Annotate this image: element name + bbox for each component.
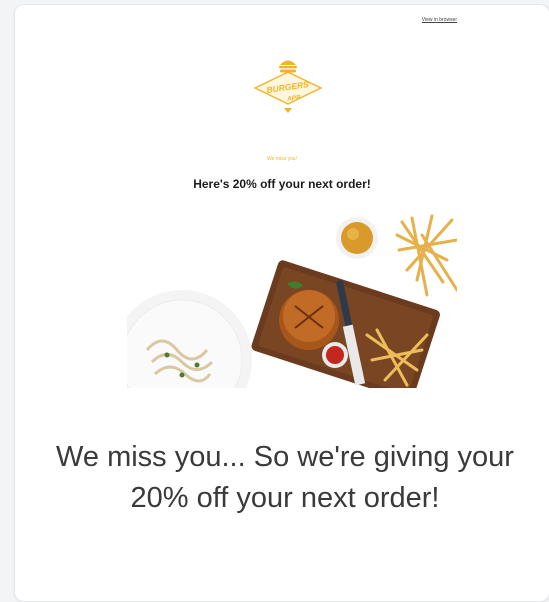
- email-headline: Here's 20% off your next order!: [193, 177, 371, 191]
- brand-logo: BURGERS APP: [253, 60, 323, 113]
- view-in-browser-link[interactable]: View in browser: [422, 17, 457, 23]
- email-body-message: We miss you... So we're giving your 20% …: [56, 441, 514, 514]
- food-photo: [127, 210, 457, 388]
- logo-drip-icon: [284, 108, 292, 113]
- email-preview: View in browser BURGERS APP We miss you!…: [14, 4, 549, 602]
- email-tagline: We miss you!: [267, 156, 297, 162]
- logo-text-secondary: APP: [286, 94, 302, 103]
- burger-icon: [279, 60, 297, 73]
